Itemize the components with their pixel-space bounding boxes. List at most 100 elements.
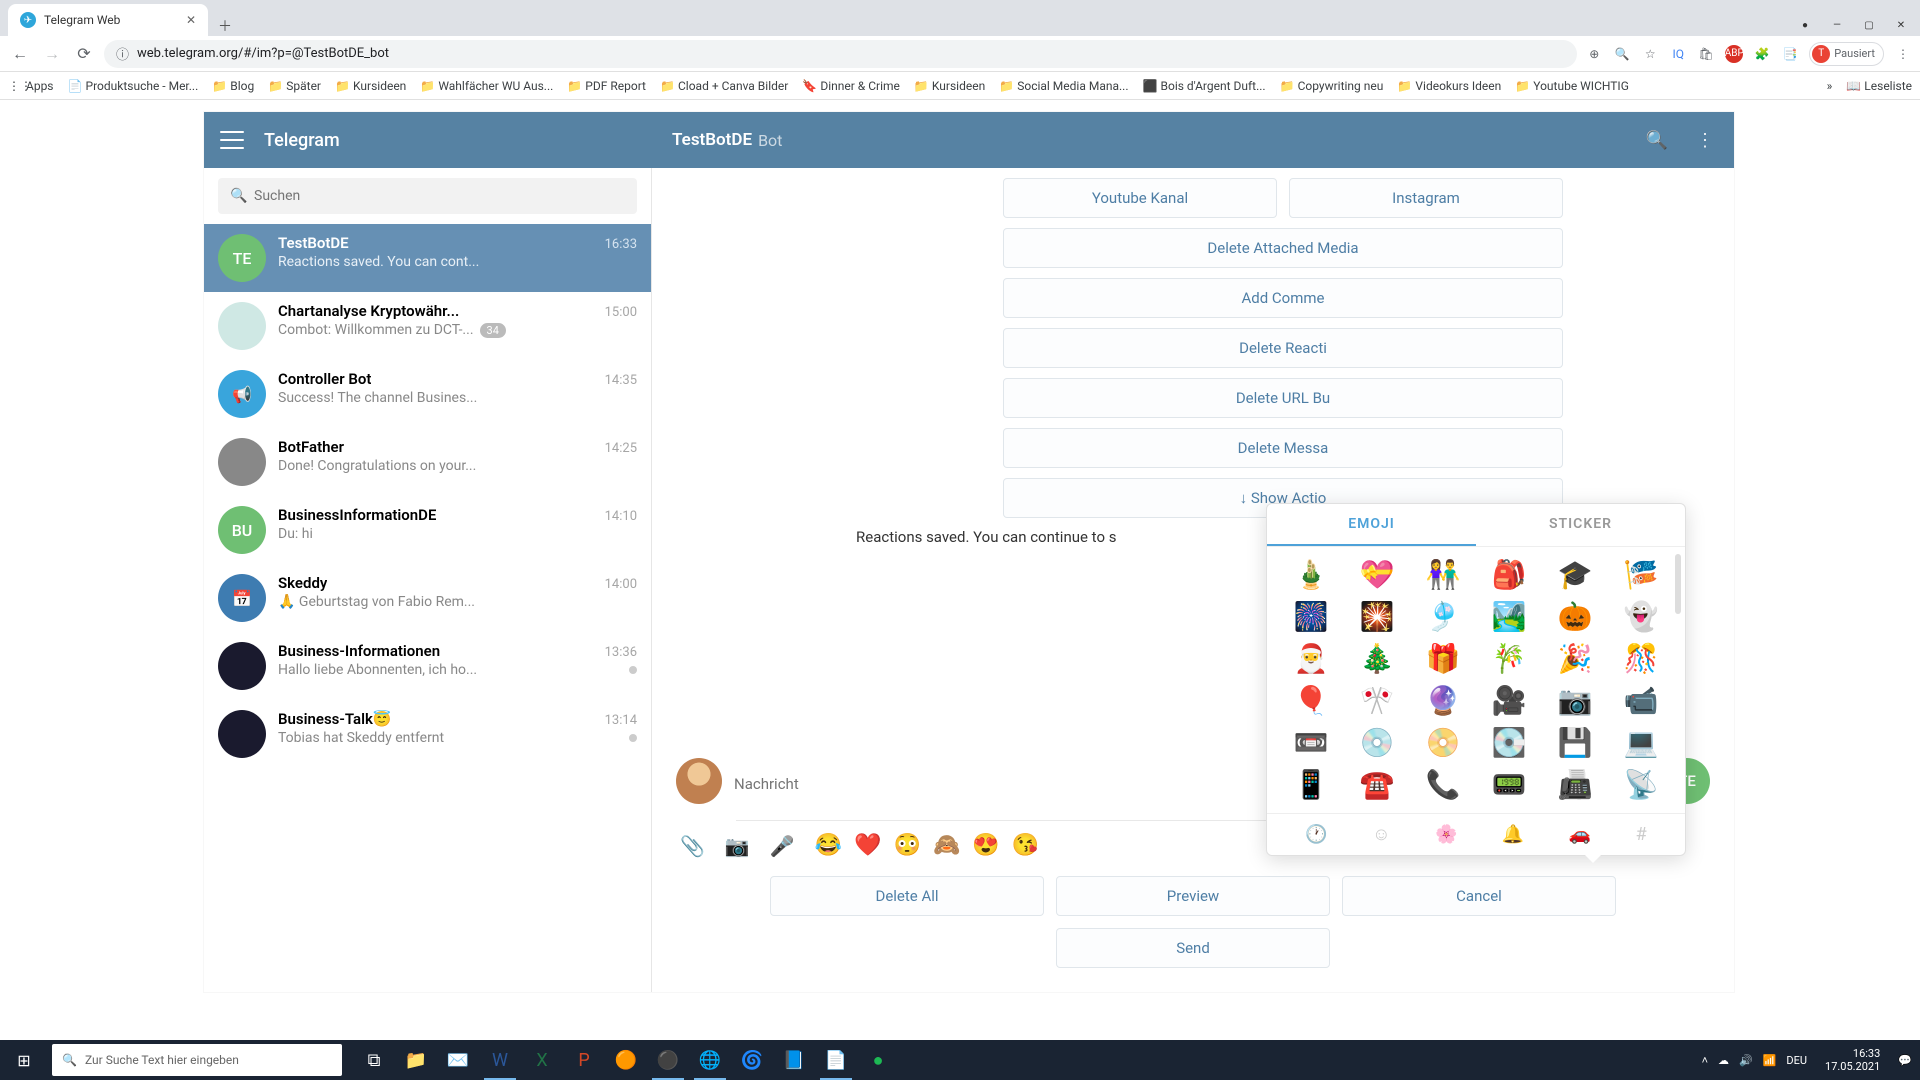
- account-dot-icon[interactable]: ●: [1790, 14, 1820, 36]
- emoji-option[interactable]: 🎒: [1485, 561, 1533, 589]
- bookmark-item[interactable]: 📁Videokurs Ideen: [1397, 79, 1501, 93]
- bot-inline-button[interactable]: Preview: [1056, 876, 1330, 916]
- new-tab-button[interactable]: ＋: [208, 16, 242, 36]
- taskbar-search-input[interactable]: 🔍 Zur Suche Text hier eingeben: [52, 1044, 342, 1076]
- emoji-option[interactable]: 📱: [1287, 771, 1335, 799]
- notifications-icon[interactable]: 💬: [1898, 1054, 1912, 1067]
- bot-inline-button[interactable]: Delete URL Bu: [1003, 378, 1563, 418]
- emoji-option[interactable]: 💽: [1485, 729, 1533, 757]
- bookmark-item[interactable]: 🔖Dinner & Crime: [802, 79, 900, 93]
- extension-icon[interactable]: IQ: [1669, 45, 1687, 63]
- bookmark-item[interactable]: 📁Copywriting neu: [1280, 79, 1384, 93]
- bot-inline-button[interactable]: Cancel: [1342, 876, 1616, 916]
- chat-list-item[interactable]: TE TestBotDE 16:33 Reactions saved. You …: [204, 224, 651, 292]
- emoji-category[interactable]: ☺: [1372, 824, 1390, 845]
- app-icon[interactable]: 📘: [774, 1040, 814, 1080]
- emoji-option[interactable]: 🎄: [1353, 645, 1401, 673]
- bot-inline-button[interactable]: Add Comme: [1003, 278, 1563, 318]
- camera-icon[interactable]: 📷: [725, 834, 750, 858]
- emoji-option[interactable]: 🎈: [1287, 687, 1335, 715]
- search-icon[interactable]: 🔍: [1646, 130, 1668, 151]
- emoji-tab[interactable]: EMOJI: [1267, 504, 1476, 546]
- chrome-menu-icon[interactable]: ⋮: [1894, 45, 1912, 63]
- more-icon[interactable]: ⋮: [1696, 130, 1714, 151]
- emoji-option[interactable]: 💝: [1353, 561, 1401, 589]
- emoji-option[interactable]: 💾: [1551, 729, 1599, 757]
- quick-emoji[interactable]: 😍: [972, 833, 999, 858]
- bookmark-item[interactable]: 📁Cload + Canva Bilder: [660, 79, 788, 93]
- emoji-option[interactable]: 🎐: [1419, 603, 1467, 631]
- bookmark-item[interactable]: 📁Kursideen: [335, 79, 406, 93]
- bot-inline-button[interactable]: Delete Messa: [1003, 428, 1563, 468]
- bookmark-item[interactable]: 📁Social Media Mana...: [999, 79, 1128, 93]
- install-app-icon[interactable]: ⊕: [1585, 45, 1603, 63]
- bot-inline-button[interactable]: Delete Attached Media: [1003, 228, 1563, 268]
- volume-icon[interactable]: 🔊: [1739, 1054, 1753, 1067]
- powerpoint-icon[interactable]: P: [564, 1040, 604, 1080]
- app-icon[interactable]: 🟠: [606, 1040, 646, 1080]
- emoji-option[interactable]: 📠: [1551, 771, 1599, 799]
- chat-list-item[interactable]: BotFather 14:25 Done! Congratulations on…: [204, 428, 651, 496]
- emoji-option[interactable]: 📡: [1617, 771, 1665, 799]
- spotify-icon[interactable]: ●: [858, 1040, 898, 1080]
- task-view-icon[interactable]: ⧉: [354, 1040, 394, 1080]
- edge-icon[interactable]: 🌀: [732, 1040, 772, 1080]
- mail-icon[interactable]: ✉️: [438, 1040, 478, 1080]
- extensions-menu-icon[interactable]: 🧩: [1753, 45, 1771, 63]
- emoji-option[interactable]: 🎍: [1287, 561, 1335, 589]
- chat-list-item[interactable]: 📅 Skeddy 14:00 🙏 Geburtstag von Fabio Re…: [204, 564, 651, 632]
- site-info-icon[interactable]: ⓘ: [116, 44, 129, 63]
- quick-emoji[interactable]: ❤️: [854, 833, 881, 858]
- emoji-option[interactable]: 🎆: [1287, 603, 1335, 631]
- emoji-option[interactable]: 🎓: [1551, 561, 1599, 589]
- emoji-option[interactable]: 🎃: [1551, 603, 1599, 631]
- emoji-scrollbar[interactable]: [1675, 554, 1681, 614]
- emoji-option[interactable]: 🎥: [1485, 687, 1533, 715]
- attach-file-icon[interactable]: 📎: [680, 834, 705, 858]
- reading-list-icon[interactable]: 📑: [1781, 45, 1799, 63]
- emoji-option[interactable]: 🎉: [1551, 645, 1599, 673]
- emoji-option[interactable]: 📷: [1551, 687, 1599, 715]
- clock[interactable]: 16:33 17.05.2021: [1817, 1047, 1888, 1073]
- bookmark-item[interactable]: 📁Youtube WICHTIG: [1515, 79, 1629, 93]
- emoji-option[interactable]: 📞: [1419, 771, 1467, 799]
- emoji-option[interactable]: 🎁: [1419, 645, 1467, 673]
- tab-close-icon[interactable]: ✕: [186, 13, 196, 27]
- bookmarks-overflow[interactable]: »: [1827, 79, 1833, 93]
- bot-inline-button[interactable]: Youtube Kanal: [1003, 178, 1277, 218]
- chat-list-item[interactable]: BU BusinessInformationDE 14:10 Du: hi: [204, 496, 651, 564]
- nav-reload-button[interactable]: ⟳: [72, 42, 96, 66]
- language-indicator[interactable]: DEU: [1786, 1054, 1807, 1067]
- chat-list-item[interactable]: Business-Talk😇 13:14 Tobias hat Skeddy e…: [204, 700, 651, 768]
- emoji-option[interactable]: 👻: [1617, 603, 1665, 631]
- bot-inline-button[interactable]: Instagram: [1289, 178, 1563, 218]
- quick-emoji[interactable]: 😘: [1012, 833, 1039, 858]
- zoom-icon[interactable]: 🔍: [1613, 45, 1631, 63]
- chat-list-item[interactable]: Business-Informationen 13:36 Hallo liebe…: [204, 632, 651, 700]
- apps-button[interactable]: ⋮⋮Apps: [8, 79, 54, 93]
- bookmark-item[interactable]: 📁Blog: [212, 79, 254, 93]
- browser-tab[interactable]: ✈ Telegram Web ✕: [8, 4, 208, 36]
- emoji-option[interactable]: 🎇: [1353, 603, 1401, 631]
- app-icon[interactable]: 📄: [816, 1040, 856, 1080]
- bookmark-star-icon[interactable]: ☆: [1641, 45, 1659, 63]
- sticker-tab[interactable]: STICKER: [1476, 504, 1685, 546]
- bookmark-item[interactable]: 📁Später: [268, 79, 321, 93]
- bookmark-item[interactable]: 📁PDF Report: [567, 79, 646, 93]
- excel-icon[interactable]: X: [522, 1040, 562, 1080]
- emoji-option[interactable]: 🎊: [1617, 645, 1665, 673]
- chat-title[interactable]: TestBotDE: [672, 130, 752, 150]
- chrome-icon[interactable]: 🌐: [690, 1040, 730, 1080]
- emoji-option[interactable]: 📼: [1287, 729, 1335, 757]
- bookmark-item[interactable]: 📖Leseliste: [1846, 79, 1912, 93]
- emoji-category[interactable]: #: [1636, 824, 1647, 845]
- emoji-category[interactable]: 🚗: [1569, 824, 1591, 845]
- window-close-button[interactable]: ✕: [1886, 14, 1916, 36]
- obs-icon[interactable]: ⚫: [648, 1040, 688, 1080]
- profile-button[interactable]: T Pausiert: [1809, 42, 1884, 66]
- quick-emoji[interactable]: 😳: [894, 833, 921, 858]
- wifi-icon[interactable]: 📶: [1763, 1054, 1777, 1067]
- nav-back-button[interactable]: ←: [8, 42, 32, 66]
- window-maximize-button[interactable]: ▢: [1854, 14, 1884, 36]
- emoji-category[interactable]: 🌸: [1435, 824, 1457, 845]
